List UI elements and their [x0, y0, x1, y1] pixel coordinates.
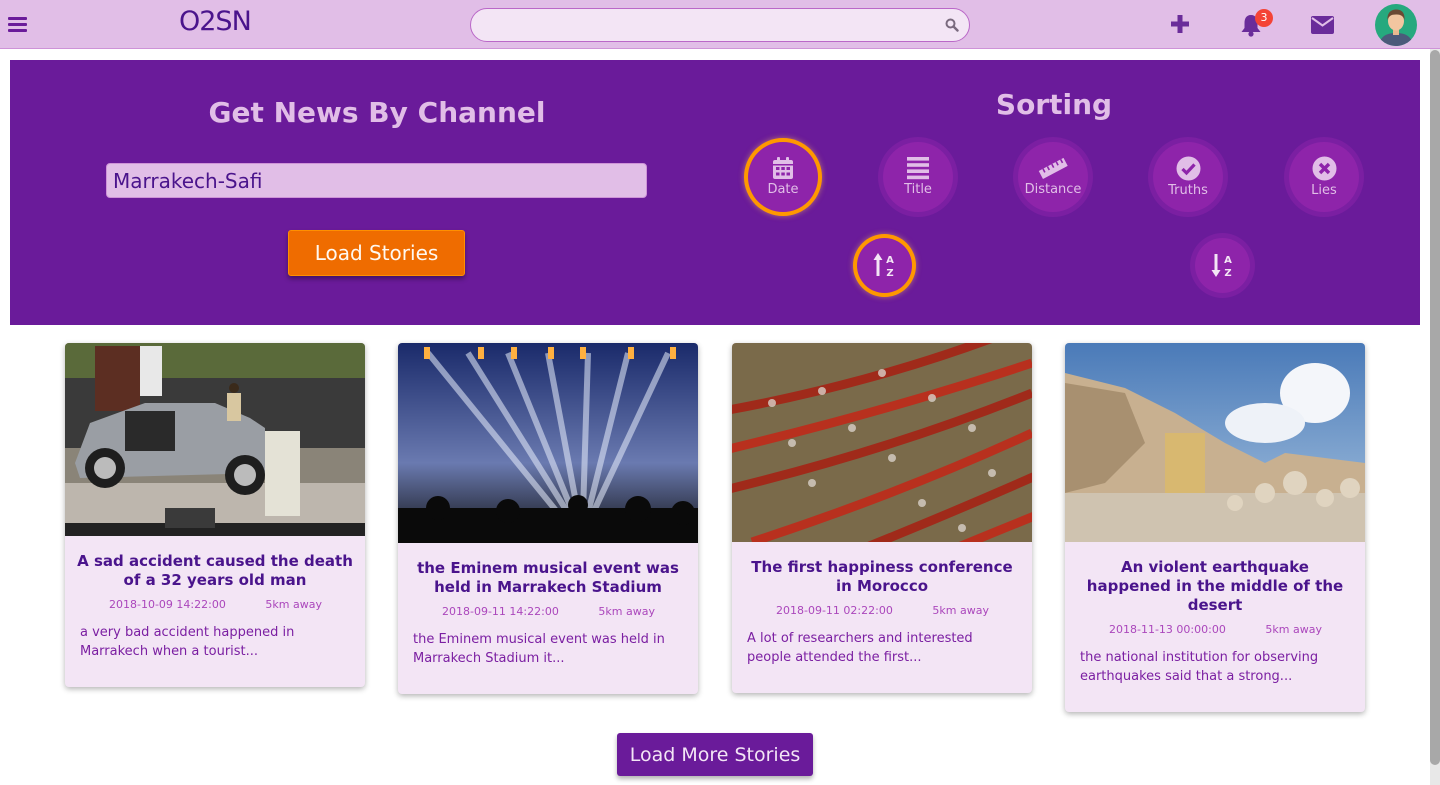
story-title[interactable]: the Eminem musical event was held in Mar…: [410, 559, 686, 597]
channel-input[interactable]: [106, 163, 647, 198]
user-avatar[interactable]: [1375, 4, 1417, 46]
filter-panel: Get News By Channel Load Stories Sorting…: [10, 60, 1420, 325]
story-distance: 5km away: [1265, 623, 1322, 636]
channel-section-title: Get News By Channel: [208, 96, 546, 129]
sort-alpha-down-icon: A Z: [1211, 254, 1232, 278]
sort-by-distance-button[interactable]: Distance: [1018, 142, 1088, 212]
story-card[interactable]: The first happiness conference in Morocc…: [732, 343, 1032, 693]
sort-by-lies-button[interactable]: Lies: [1289, 142, 1359, 212]
story-date: 2018-09-11 02:22:00: [776, 604, 893, 617]
search-bar: [470, 8, 970, 43]
sort-by-title-button[interactable]: Title: [883, 142, 953, 212]
search-input[interactable]: [485, 9, 939, 43]
calendar-icon: [773, 157, 793, 179]
svg-text:A: A: [886, 255, 894, 266]
concert-photo: [398, 343, 698, 543]
scrollbar-thumb[interactable]: [1430, 50, 1440, 765]
story-excerpt: the national institution for observing e…: [1080, 650, 1319, 684]
story-excerpt: a very bad accident happened in Marrakec…: [80, 625, 295, 659]
story-title[interactable]: A sad accident caused the death of a 32 …: [77, 552, 353, 590]
top-navbar: O2SN 3: [0, 0, 1440, 49]
sort-by-truths-button[interactable]: Truths: [1153, 142, 1223, 212]
sort-descending-button[interactable]: A Z: [1195, 238, 1250, 293]
sort-by-date-button[interactable]: Date: [748, 142, 818, 212]
sort-alpha-up-icon: A Z: [873, 253, 894, 278]
ruler-icon: [1038, 157, 1068, 179]
story-card[interactable]: the Eminem musical event was held in Mar…: [398, 343, 698, 694]
earthquake-ruins-photo: [1065, 343, 1365, 542]
sort-truths-label: Truths: [1168, 183, 1208, 198]
sort-lies-label: Lies: [1311, 183, 1337, 198]
search-icon[interactable]: [945, 18, 959, 32]
sort-title-label: Title: [904, 182, 932, 197]
conference-hall-photo: [732, 343, 1032, 542]
story-title[interactable]: The first happiness conference in Morocc…: [744, 558, 1020, 596]
avatar-icon: [1375, 4, 1417, 46]
menu-icon[interactable]: [8, 17, 27, 33]
story-distance: 5km away: [598, 605, 655, 618]
list-icon: [907, 157, 929, 180]
svg-text:Z: Z: [886, 268, 893, 278]
app-logo[interactable]: O2SN: [179, 6, 252, 37]
story-card[interactable]: An violent earthquake happened in the mi…: [1065, 343, 1365, 712]
story-date: 2018-11-13 00:00:00: [1109, 623, 1226, 636]
car-accident-photo: [65, 343, 365, 536]
notification-count-badge: 3: [1255, 9, 1273, 27]
add-icon[interactable]: [1170, 14, 1190, 34]
svg-text:Z: Z: [1224, 268, 1231, 278]
load-stories-button[interactable]: Load Stories: [288, 230, 465, 276]
story-distance: 5km away: [932, 604, 989, 617]
sort-date-label: Date: [767, 182, 799, 197]
sort-distance-label: Distance: [1024, 182, 1082, 197]
times-circle-icon: [1312, 156, 1336, 181]
story-excerpt: A lot of researchers and interested peop…: [747, 631, 973, 665]
svg-text:A: A: [1224, 255, 1232, 266]
story-distance: 5km away: [265, 598, 322, 611]
story-date: 2018-09-11 14:22:00: [442, 605, 559, 618]
load-more-stories-button[interactable]: Load More Stories: [617, 733, 813, 776]
story-card[interactable]: A sad accident caused the death of a 32 …: [65, 343, 365, 687]
mail-icon[interactable]: [1311, 16, 1334, 34]
story-title[interactable]: An violent earthquake happened in the mi…: [1077, 558, 1353, 615]
story-date: 2018-10-09 14:22:00: [109, 598, 226, 611]
story-excerpt: the Eminem musical event was held in Mar…: [413, 632, 665, 666]
check-circle-icon: [1176, 156, 1200, 181]
sort-ascending-button[interactable]: A Z: [857, 238, 912, 293]
sorting-section-title: Sorting: [995, 88, 1113, 121]
